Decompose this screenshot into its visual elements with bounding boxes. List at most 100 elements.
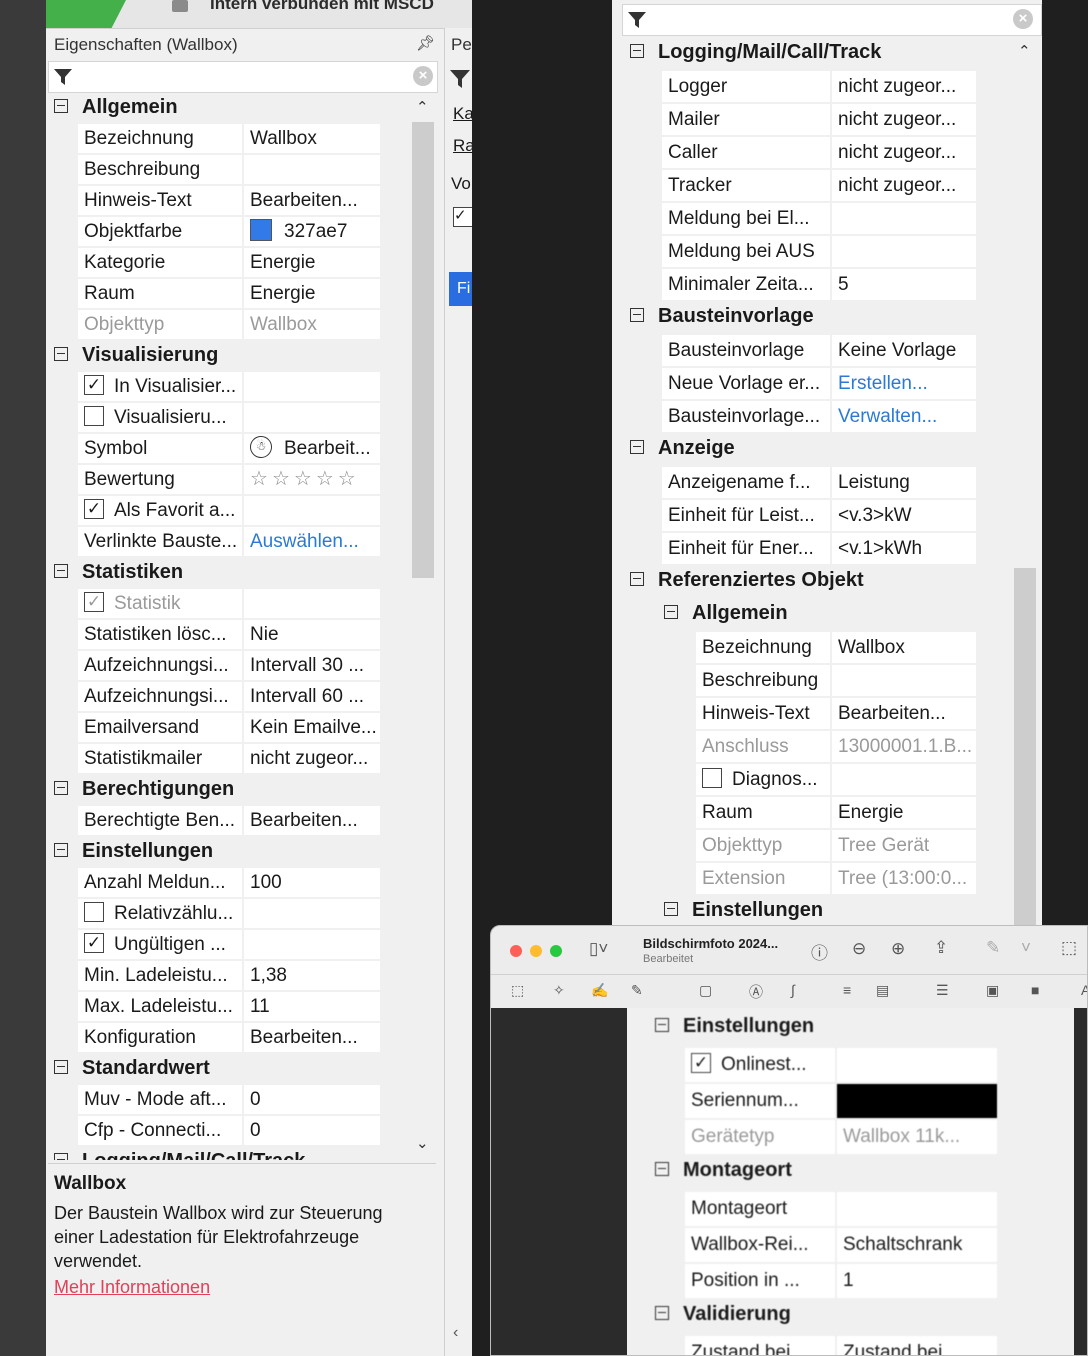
property-row[interactable]: Statistikmailer nicht zugeor... bbox=[48, 743, 410, 774]
property-value[interactable]: Tree (13:00:0... bbox=[832, 863, 976, 894]
property-filter-input[interactable]: × bbox=[48, 61, 438, 93]
property-value[interactable]: Auswählen... bbox=[244, 527, 380, 556]
property-value[interactable]: 1,38 bbox=[244, 961, 380, 990]
select-icon[interactable]: ⬚ bbox=[511, 982, 524, 999]
group-header-montageort[interactable]: Montageort bbox=[655, 1155, 1047, 1186]
side-tab-pe[interactable]: Pe bbox=[451, 35, 472, 55]
minimize-window-button[interactable] bbox=[530, 945, 542, 957]
group-header-einstellungen[interactable]: Einstellungen bbox=[655, 1011, 1047, 1042]
text-icon[interactable]: Ⓐ bbox=[749, 982, 763, 1002]
property-value[interactable]: Wallbox 11k... bbox=[837, 1120, 997, 1154]
zoom-in-icon[interactable]: ⊕ bbox=[891, 939, 905, 959]
property-row[interactable]: Caller nicht zugeor... bbox=[622, 136, 1018, 169]
property-row[interactable]: Mailer nicht zugeor... bbox=[622, 103, 1018, 136]
collapse-icon[interactable] bbox=[655, 1017, 669, 1032]
property-value[interactable]: 1 bbox=[837, 1264, 997, 1298]
property-row[interactable]: Extension Tree (13:00:0... bbox=[622, 862, 1018, 895]
property-value[interactable]: Leistung bbox=[832, 467, 976, 498]
border-icon[interactable]: ▣ bbox=[986, 982, 999, 999]
rating-star-icon[interactable]: ☆ bbox=[272, 468, 290, 490]
side-link-ka[interactable]: Ka bbox=[453, 104, 472, 124]
side-link-ra[interactable]: Ra bbox=[453, 136, 472, 156]
property-row[interactable]: Aufzeichnungsi... Intervall 60 ... bbox=[48, 681, 410, 712]
group-header-visualisierung[interactable]: Visualisierung bbox=[54, 340, 410, 371]
property-value[interactable]: 5 bbox=[832, 269, 976, 300]
property-row[interactable]: Emailversand Kein Emailve... bbox=[48, 712, 410, 743]
lines-icon[interactable]: ☰ bbox=[936, 982, 949, 999]
group-header-bausteinvorlage[interactable]: Bausteinvorlage bbox=[630, 301, 1018, 332]
sketch-icon[interactable]: ✍ bbox=[591, 982, 608, 999]
group-header-berechtigungen[interactable]: Berechtigungen bbox=[54, 774, 410, 805]
rating-star-icon[interactable]: ☆ bbox=[294, 468, 312, 490]
property-value[interactable]: Bearbeiten... bbox=[832, 698, 976, 729]
property-row[interactable]: Min. Ladeleistu... 1,38 bbox=[48, 960, 410, 991]
property-checkbox[interactable] bbox=[702, 767, 722, 788]
pin-icon[interactable]: 📌︎ bbox=[416, 34, 435, 52]
group-header-referenziertes-objekt[interactable]: Referenziertes Objekt bbox=[630, 565, 1018, 596]
property-row[interactable]: ✓ Als Favorit a... bbox=[48, 495, 410, 526]
property-value[interactable] bbox=[832, 665, 976, 696]
property-checkbox[interactable] bbox=[84, 901, 104, 922]
shapes-icon[interactable]: ▢ bbox=[699, 982, 712, 999]
sign-icon[interactable]: ∫ bbox=[791, 982, 795, 998]
property-value[interactable] bbox=[832, 764, 976, 795]
property-value[interactable]: nicht zugeor... bbox=[832, 170, 976, 201]
property-row[interactable]: Bezeichnung Wallbox bbox=[48, 123, 410, 154]
group-header-statistiken[interactable]: Statistiken bbox=[54, 557, 410, 588]
property-value[interactable] bbox=[244, 899, 380, 928]
vertical-scrollbar[interactable]: ⌃ ⌄ bbox=[410, 94, 438, 1160]
property-row[interactable]: Beschreibung bbox=[622, 664, 1018, 697]
collapse-icon[interactable] bbox=[54, 1059, 68, 1074]
property-row[interactable]: Cfp - Connecti... 0 bbox=[48, 1115, 410, 1146]
property-value[interactable]: Keine Vorlage bbox=[832, 335, 976, 366]
property-value[interactable]: 11 bbox=[244, 992, 380, 1021]
property-value[interactable]: 327ae7 bbox=[244, 217, 380, 246]
vertical-scrollbar[interactable]: ⌃ bbox=[1012, 38, 1040, 925]
property-value[interactable]: <v.1>kWh bbox=[832, 533, 976, 564]
property-value[interactable]: Wallbox bbox=[832, 632, 976, 663]
collapse-icon[interactable] bbox=[54, 780, 68, 795]
collapse-icon[interactable] bbox=[630, 43, 644, 58]
property-value[interactable]: Zustand bei bbox=[837, 1336, 997, 1355]
color-swatch[interactable] bbox=[250, 218, 272, 241]
property-row[interactable]: Bezeichnung Wallbox bbox=[622, 631, 1018, 664]
chevron-down-icon[interactable]: ˅ bbox=[1021, 938, 1031, 958]
scroll-up-icon[interactable]: ⌃ bbox=[416, 98, 429, 116]
property-row[interactable]: Neue Vorlage er... Erstellen... bbox=[622, 367, 1018, 400]
property-value[interactable]: Energie bbox=[244, 248, 380, 277]
property-row[interactable]: Hinweis-Text Bearbeiten... bbox=[48, 185, 410, 216]
clear-filter-icon[interactable]: × bbox=[413, 66, 433, 86]
property-row[interactable]: Tracker nicht zugeor... bbox=[622, 169, 1018, 202]
property-row[interactable]: Beschreibung bbox=[48, 154, 410, 185]
collapse-icon[interactable] bbox=[655, 1161, 669, 1176]
page-icon[interactable]: ▤ bbox=[876, 982, 889, 999]
sidebar-icon[interactable]: ▯˅ bbox=[589, 939, 608, 959]
property-value[interactable]: Tree Gerät bbox=[832, 830, 976, 861]
property-value[interactable] bbox=[837, 1192, 997, 1226]
property-row[interactable]: Zustand bei Zustand bei bbox=[647, 1335, 1047, 1355]
property-value[interactable]: 13000001.1.B... bbox=[832, 731, 976, 762]
property-value[interactable]: nicht zugeor... bbox=[244, 744, 380, 773]
property-row[interactable]: Bausteinvorlage Keine Vorlage bbox=[622, 334, 1018, 367]
collapse-icon[interactable] bbox=[655, 1305, 669, 1320]
scroll-down-icon[interactable]: ⌄ bbox=[416, 1134, 429, 1152]
rating-star-icon[interactable]: ☆ bbox=[250, 468, 268, 490]
property-value[interactable] bbox=[837, 1048, 997, 1082]
property-row[interactable]: Raum Energie bbox=[48, 278, 410, 309]
collapse-icon[interactable] bbox=[54, 563, 68, 578]
collapse-icon[interactable] bbox=[54, 98, 68, 113]
group-header-einstellungen[interactable]: Einstellungen bbox=[54, 836, 410, 867]
info-icon[interactable]: ⓘ bbox=[811, 939, 828, 964]
draw-icon[interactable]: ✎ bbox=[631, 982, 643, 999]
property-value[interactable]: nicht zugeor... bbox=[832, 104, 976, 135]
property-value[interactable]: Kein Emailve... bbox=[244, 713, 380, 742]
property-value[interactable] bbox=[244, 589, 380, 618]
property-row[interactable]: Max. Ladeleistu... 11 bbox=[48, 991, 410, 1022]
collapse-icon[interactable] bbox=[630, 571, 644, 586]
property-row[interactable]: Verlinkte Bauste... Auswählen... bbox=[48, 526, 410, 557]
property-checkbox[interactable]: ✓ bbox=[84, 374, 104, 395]
property-row[interactable]: Hinweis-Text Bearbeiten... bbox=[622, 697, 1018, 730]
share-icon[interactable]: ⇪ bbox=[934, 938, 948, 958]
property-row[interactable]: Diagnos... bbox=[622, 763, 1018, 796]
property-row[interactable]: Logger nicht zugeor... bbox=[622, 70, 1018, 103]
